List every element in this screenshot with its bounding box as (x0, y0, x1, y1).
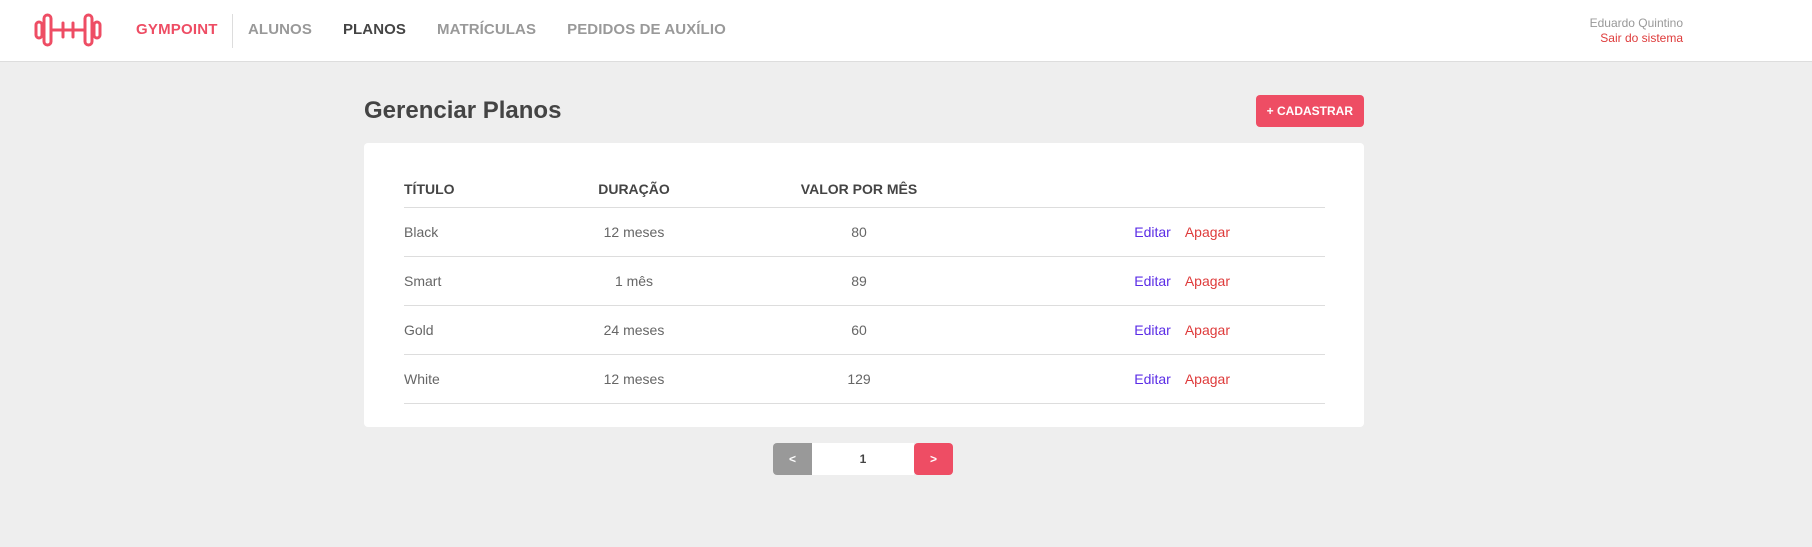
edit-link[interactable]: Editar (1134, 371, 1171, 387)
table-row: Black 12 meses 80 Editar Apagar (404, 207, 1325, 257)
column-header-valor-por-mes: VALOR POR MÊS (794, 163, 924, 208)
add-plan-button[interactable]: + CADASTRAR (1255, 95, 1364, 127)
nav-item-planos[interactable]: PLANOS (343, 21, 406, 38)
plan-price: 80 (794, 207, 924, 257)
brand-name: GYMPOINT (136, 21, 218, 38)
delete-link[interactable]: Apagar (1185, 224, 1230, 240)
current-page-indicator: 1 (812, 443, 914, 475)
page-title: Gerenciar Planos (364, 97, 562, 124)
logout-link[interactable]: Sair do sistema (1590, 31, 1683, 46)
delete-link[interactable]: Apagar (1185, 371, 1230, 387)
plan-title: Black (404, 207, 574, 257)
plan-title: Gold (404, 305, 574, 355)
delete-link[interactable]: Apagar (1185, 273, 1230, 289)
brand-divider (232, 14, 233, 48)
table-row: Gold 24 meses 60 Editar Apagar (404, 305, 1325, 355)
edit-link[interactable]: Editar (1134, 224, 1171, 240)
delete-link[interactable]: Apagar (1185, 322, 1230, 338)
main-nav: ALUNOS PLANOS MATRÍCULAS PEDIDOS DE AUXÍ… (248, 21, 726, 38)
dumbbell-icon[interactable] (33, 12, 103, 48)
edit-link[interactable]: Editar (1134, 273, 1171, 289)
nav-item-matriculas[interactable]: MATRÍCULAS (437, 21, 536, 38)
table-row: White 12 meses 129 Editar Apagar (404, 354, 1325, 404)
row-spacer (694, 354, 794, 404)
top-navbar: GYMPOINT ALUNOS PLANOS MATRÍCULAS PEDIDO… (0, 0, 1812, 62)
previous-page-button[interactable]: < (773, 443, 812, 475)
edit-link[interactable]: Editar (1134, 322, 1171, 338)
user-name: Eduardo Quintino (1589, 16, 1683, 30)
plan-duration: 12 meses (574, 354, 694, 404)
column-header-duracao: DURAÇÃO (574, 163, 694, 208)
table-row: Smart 1 mês 89 Editar Apagar (404, 256, 1325, 306)
row-spacer (694, 256, 794, 306)
row-actions: Editar Apagar (924, 354, 1325, 404)
plan-price: 129 (794, 354, 924, 404)
plan-price: 89 (794, 256, 924, 306)
plan-duration: 12 meses (574, 207, 694, 257)
nav-item-pedidos-de-auxilio[interactable]: PEDIDOS DE AUXÍLIO (567, 21, 726, 38)
column-header-actions (924, 163, 1325, 208)
row-actions: Editar Apagar (924, 207, 1325, 257)
table-header-row: TÍTULO DURAÇÃO VALOR POR MÊS (404, 163, 1325, 208)
plans-panel: TÍTULO DURAÇÃO VALOR POR MÊS Black 12 me… (364, 143, 1364, 427)
next-page-button[interactable]: > (914, 443, 953, 475)
plan-title: Smart (404, 256, 574, 306)
row-spacer (694, 207, 794, 257)
row-spacer (694, 305, 794, 355)
plans-table: TÍTULO DURAÇÃO VALOR POR MÊS Black 12 me… (404, 163, 1325, 404)
column-spacer (694, 163, 794, 208)
nav-item-alunos[interactable]: ALUNOS (248, 21, 312, 38)
column-header-titulo: TÍTULO (404, 163, 574, 208)
pagination: < 1 > (773, 443, 953, 475)
plan-duration: 1 mês (574, 256, 694, 306)
main-content: Gerenciar Planos + CADASTRAR TÍTULO DURA… (364, 95, 1364, 427)
plan-price: 60 (794, 305, 924, 355)
row-actions: Editar Apagar (924, 305, 1325, 355)
plan-title: White (404, 354, 574, 404)
page-header: Gerenciar Planos + CADASTRAR (364, 95, 1364, 127)
user-profile: Eduardo Quintino Sair do sistema (1590, 16, 1683, 46)
row-actions: Editar Apagar (924, 256, 1325, 306)
plan-duration: 24 meses (574, 305, 694, 355)
